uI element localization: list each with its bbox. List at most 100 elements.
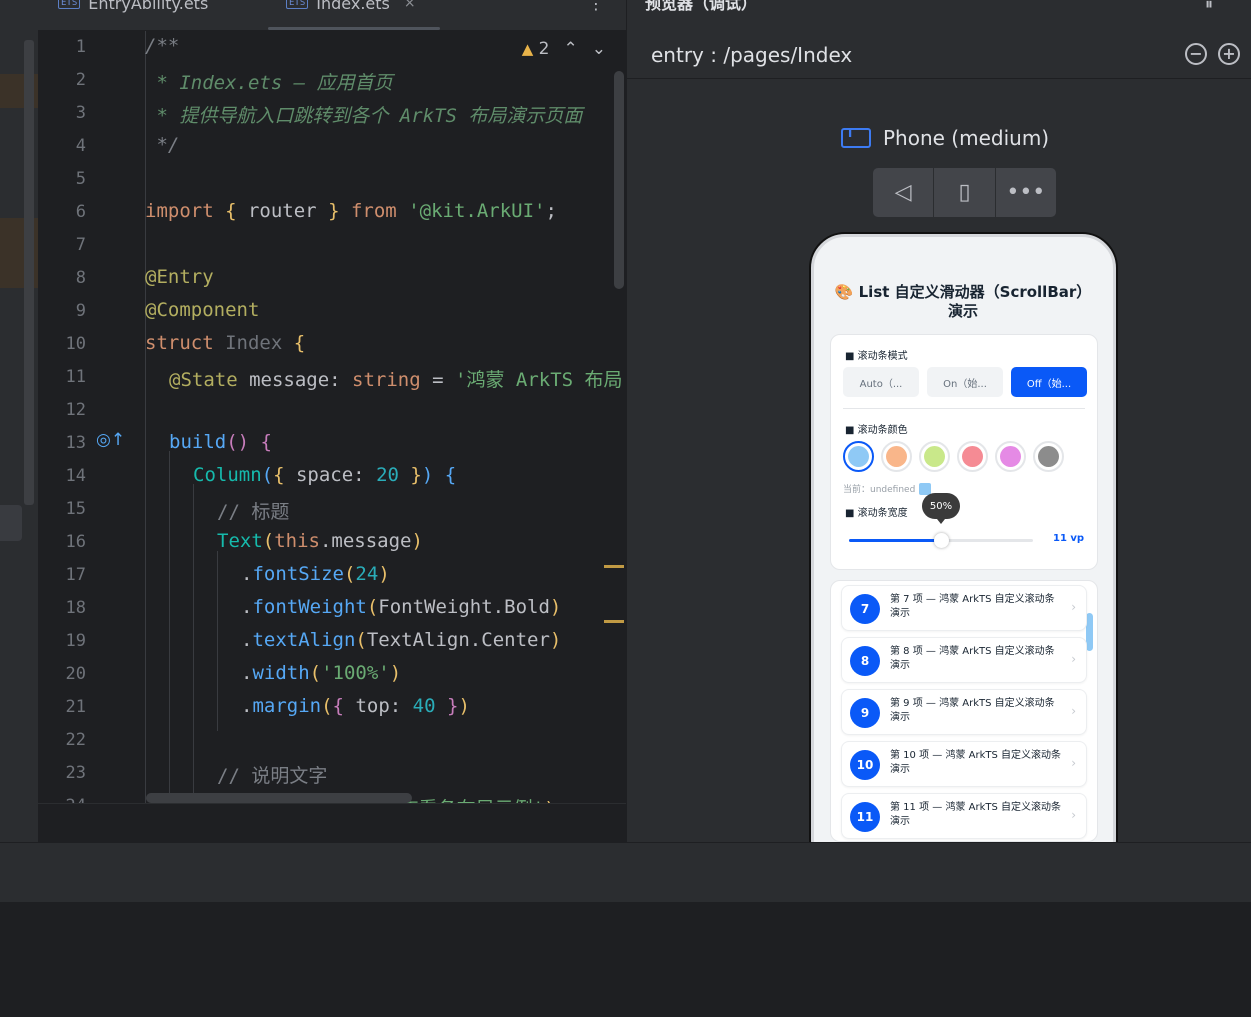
item-number-badge: 8 — [850, 646, 880, 676]
code-line: Text(this.message) — [217, 530, 423, 552]
mode-off-button[interactable]: Off（始... — [1011, 367, 1087, 397]
code-line: Column({ space: 20 }) { — [193, 464, 457, 486]
strip-selected-item[interactable] — [0, 505, 22, 541]
editor-horizontal-scrollbar[interactable] — [146, 793, 412, 803]
inspection-widget[interactable]: ▲ 2 ⌃ ⌄ — [522, 39, 606, 59]
tab-label: Index.ets — [316, 0, 390, 13]
previewer-path-bar: entry : /pages/Index − + — [627, 31, 1251, 79]
chevron-down-icon[interactable]: ⌄ — [592, 39, 606, 59]
more-icon[interactable]: ⋮ — [588, 0, 604, 13]
change-marker[interactable] — [604, 565, 624, 568]
chevron-right-icon: › — [1071, 704, 1076, 718]
settings-card: 滚动条模式 Auto（... On（始... Off（始... 滚动条颜色 当前… — [830, 334, 1098, 570]
app-title: 🎨 List 自定义滑动器（ScrollBar）演示 — [834, 283, 1092, 320]
ets-file-icon: ETS — [58, 0, 81, 9]
list-scrollbar[interactable] — [1086, 613, 1093, 651]
device-name: Phone (medium) — [883, 126, 1050, 150]
indent-guide — [169, 451, 170, 803]
line-number: 21 — [65, 697, 86, 717]
code-line: // 标题 — [217, 501, 290, 523]
code-line: import { router } from '@kit.ArkUI'; — [145, 200, 557, 222]
item-number-badge: 10 — [850, 750, 880, 780]
line-number: 23 — [65, 763, 86, 783]
color-swatch[interactable] — [919, 441, 950, 472]
code-line: */ — [145, 134, 180, 156]
width-label: 滚动条宽度 — [845, 504, 908, 519]
code-line: .textAlign(TextAlign.Center) — [241, 629, 562, 651]
editor-vertical-scrollbar[interactable] — [614, 71, 624, 289]
swatch-dot — [1000, 446, 1021, 467]
mode-on-button[interactable]: On（始... — [927, 367, 1003, 397]
rotate-button[interactable]: ▯ — [934, 168, 996, 217]
code-line: struct Index { — [145, 332, 306, 354]
zoom-in-icon[interactable]: + — [1218, 43, 1240, 65]
previewer-title: 预览器（调试） — [645, 0, 758, 13]
slider-fill — [849, 539, 941, 542]
zoom-out-icon[interactable]: − — [1185, 43, 1207, 65]
line-gutter: 123456789101112131415161718192021222324 — [38, 31, 138, 803]
list-item[interactable]: 7 第 7 项 — 鸿蒙 ArkTS 自定义滚动条演示 › — [841, 585, 1087, 631]
code-area[interactable]: /** * Index.ets — 应用首页 * 提供导航入口跳转到各个 Ark… — [145, 31, 623, 803]
width-value: 11 vp — [1053, 533, 1085, 544]
tab-index[interactable]: ETS Index.ets × — [286, 0, 416, 14]
code-line: @Component — [145, 299, 260, 321]
current-color-text: 当前：undefined — [843, 485, 916, 495]
current-color: 当前：undefined — [843, 482, 932, 495]
line-number: 20 — [65, 664, 86, 684]
item-text: 第 11 项 — 鸿蒙 ArkTS 自定义滚动条演示 — [890, 802, 1061, 827]
indent-guide — [217, 551, 218, 731]
code-line: // 说明文字 — [217, 765, 328, 787]
line-number: 9 — [75, 301, 86, 321]
tab-label: EntryAbility.ets — [88, 0, 209, 13]
width-slider[interactable] — [849, 533, 1033, 548]
slider-thumb[interactable] — [934, 533, 949, 548]
list-item[interactable]: 10 第 10 项 — 鸿蒙 ArkTS 自定义滚动条演示 › — [841, 741, 1087, 787]
list-item[interactable]: 11 第 11 项 — 鸿蒙 ArkTS 自定义滚动条演示 › — [841, 793, 1087, 839]
line-number: 10 — [65, 334, 86, 354]
color-swatch[interactable] — [1033, 441, 1064, 472]
code-line: .fontWeight(FontWeight.Bold) — [241, 596, 562, 618]
left-tool-strip — [0, 0, 38, 842]
phone-screen[interactable]: 🎨 List 自定义滑动器（ScrollBar）演示 滚动条模式 Auto（..… — [814, 237, 1113, 871]
list-item[interactable]: 8 第 8 项 — 鸿蒙 ArkTS 自定义滚动条演示 › — [841, 637, 1087, 683]
swatch-dot — [924, 446, 945, 467]
pause-icon[interactable]: ⏸ — [1205, 0, 1213, 14]
device-selector[interactable]: Phone (medium) — [841, 126, 1049, 150]
strip-scrollbar[interactable] — [24, 40, 34, 505]
color-swatch[interactable] — [995, 441, 1026, 472]
item-text: 第 9 项 — 鸿蒙 ArkTS 自定义滚动条演示 — [890, 698, 1055, 723]
line-number: 24 — [38, 796, 86, 803]
warning-icon: ▲ — [521, 40, 534, 58]
mode-auto-button[interactable]: Auto（... — [843, 367, 919, 397]
color-swatch[interactable] — [957, 441, 988, 472]
close-icon[interactable]: × — [404, 0, 416, 11]
scroll-list[interactable]: 7 第 7 项 — 鸿蒙 ArkTS 自定义滚动条演示 › 8 第 8 项 — 鸿蒙 A… — [830, 580, 1098, 842]
item-text: 第 8 项 — 鸿蒙 ArkTS 自定义滚动条演示 — [890, 646, 1055, 671]
line-number: 5 — [75, 169, 86, 189]
back-button[interactable]: ◁ — [873, 168, 935, 217]
line-number: 3 — [75, 103, 86, 123]
chevron-right-icon: › — [1071, 652, 1076, 666]
ets-file-icon: ETS — [286, 0, 309, 9]
warning-count[interactable]: ▲ 2 — [522, 39, 550, 59]
device-toolbar: ◁ ▯ ••• — [873, 168, 1056, 217]
code-editor[interactable]: 123456789101112131415161718192021222324 … — [38, 31, 626, 803]
color-swatch[interactable] — [881, 441, 912, 472]
run-target-icon[interactable]: ◎↑ — [96, 430, 125, 450]
chevron-up-icon[interactable]: ⌃ — [564, 39, 578, 59]
more-button[interactable]: ••• — [996, 168, 1056, 217]
item-number-badge: 9 — [850, 698, 880, 728]
line-number: 22 — [65, 730, 86, 750]
item-number-badge: 11 — [850, 802, 880, 832]
line-number: 1 — [75, 37, 86, 57]
code-line: .width('100%') — [241, 662, 402, 684]
previewer-panel: 预览器（调试） ⏸ entry : /pages/Index − + Phone… — [626, 0, 1251, 874]
chevron-right-icon: › — [1071, 600, 1076, 614]
mode-selector: Auto（... On（始... Off（始... — [843, 367, 1087, 397]
tab-entryability[interactable]: ETS EntryAbility.ets — [58, 0, 208, 14]
line-number: 4 — [75, 136, 86, 156]
swatch-dot — [1038, 446, 1059, 467]
list-item[interactable]: 9 第 9 项 — 鸿蒙 ArkTS 自定义滚动条演示 › — [841, 689, 1087, 735]
change-marker[interactable] — [604, 620, 624, 623]
color-swatch[interactable] — [843, 441, 874, 472]
